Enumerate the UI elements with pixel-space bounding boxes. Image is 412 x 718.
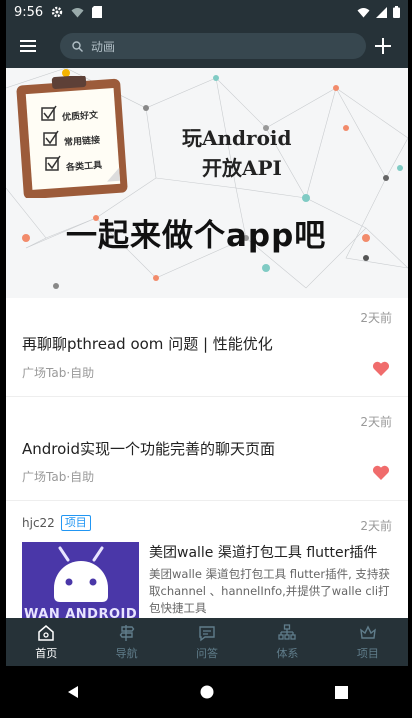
wifi-icon bbox=[357, 7, 370, 17]
banner-title-line2: 开放API bbox=[202, 156, 282, 180]
search-icon bbox=[72, 40, 83, 52]
project-time: 2天前 bbox=[360, 519, 392, 533]
system-navigation-bar bbox=[6, 666, 408, 718]
signpost-icon bbox=[119, 624, 134, 641]
project-author: hjc22 bbox=[22, 516, 55, 530]
crown-icon bbox=[359, 624, 376, 639]
nav-project-label: 项目 bbox=[356, 646, 379, 660]
plus-icon bbox=[375, 38, 391, 54]
clipboard-illustration: 优质好文 常用链接 各类工具 bbox=[16, 76, 128, 198]
nav-navigation[interactable]: 导航 bbox=[86, 618, 166, 666]
nav-system[interactable]: 体系 bbox=[247, 618, 327, 666]
menu-icon bbox=[20, 40, 36, 52]
article-item[interactable]: 2天前 Android实现一个功能完善的聊天页面 广场Tab·自助 bbox=[6, 396, 408, 501]
nav-navigation-label: 导航 bbox=[115, 646, 138, 660]
nav-home[interactable]: 首页 bbox=[6, 618, 86, 666]
nav-system-label: 体系 bbox=[276, 646, 299, 660]
heart-icon[interactable] bbox=[372, 465, 390, 481]
nav-qa[interactable]: 问答 bbox=[167, 618, 247, 666]
nav-home-label: 首页 bbox=[35, 646, 58, 660]
banner-carousel[interactable]: 优质好文 常用链接 各类工具 玩Android 开放API 一起来做个app吧 bbox=[6, 68, 408, 298]
project-title: 美团walle 渠道打包工具 flutter插件 bbox=[149, 545, 378, 561]
project-tag[interactable]: 项目 bbox=[60, 515, 91, 531]
banner-slogan: 一起来做个app吧 bbox=[66, 218, 327, 254]
heart-icon[interactable] bbox=[372, 361, 390, 377]
menu-button[interactable] bbox=[6, 24, 50, 68]
recents-icon[interactable] bbox=[334, 685, 348, 699]
home-circle-icon[interactable] bbox=[200, 685, 214, 699]
status-time: 9:56 bbox=[14, 4, 44, 20]
app-bar: 动画 bbox=[6, 24, 408, 68]
app-screen: 9:56 动画 优质好文 常用链接 各类工具 玩Android 开放API 一起… bbox=[6, 0, 408, 718]
chat-icon bbox=[199, 625, 215, 641]
signal-icon bbox=[376, 6, 387, 18]
project-author-row: hjc22 项目 bbox=[22, 515, 91, 531]
status-bar: 9:56 bbox=[6, 0, 408, 24]
search-placeholder: 动画 bbox=[91, 39, 116, 54]
checkbox-icon bbox=[41, 105, 61, 171]
article-time: 2天前 bbox=[360, 311, 392, 325]
nav-qa-label: 问答 bbox=[196, 646, 219, 660]
battery-icon bbox=[393, 6, 400, 18]
article-item[interactable]: 2天前 再聊聊pthread oom 问题 | 性能优化 广场Tab·自助 bbox=[6, 298, 408, 397]
banner-title-line1: 玩Android bbox=[182, 126, 292, 150]
project-description: 美团walle 渠道包打包工具 flutter插件, 支持获取channel 、… bbox=[149, 567, 390, 615]
article-title: Android实现一个功能完善的聊天页面 bbox=[22, 440, 275, 458]
article-time: 2天前 bbox=[360, 415, 392, 429]
wifi-off-icon bbox=[71, 7, 84, 17]
add-button[interactable] bbox=[368, 31, 398, 61]
article-meta: 广场Tab·自助 bbox=[22, 366, 95, 380]
sim-card-icon bbox=[92, 6, 103, 18]
project-thumbnail[interactable]: WAN ANDROID bbox=[22, 542, 139, 622]
home-icon bbox=[38, 624, 54, 641]
article-meta: 广场Tab·自助 bbox=[22, 470, 95, 484]
hierarchy-icon bbox=[278, 623, 297, 640]
settings-icon bbox=[52, 6, 63, 18]
search-input[interactable]: 动画 bbox=[60, 33, 366, 59]
article-title: 再聊聊pthread oom 问题 | 性能优化 bbox=[22, 335, 273, 353]
back-icon[interactable] bbox=[66, 685, 80, 699]
nav-project[interactable]: 项目 bbox=[328, 618, 408, 666]
bottom-navigation: 首页 导航 问答 体系 项目 bbox=[6, 618, 408, 666]
